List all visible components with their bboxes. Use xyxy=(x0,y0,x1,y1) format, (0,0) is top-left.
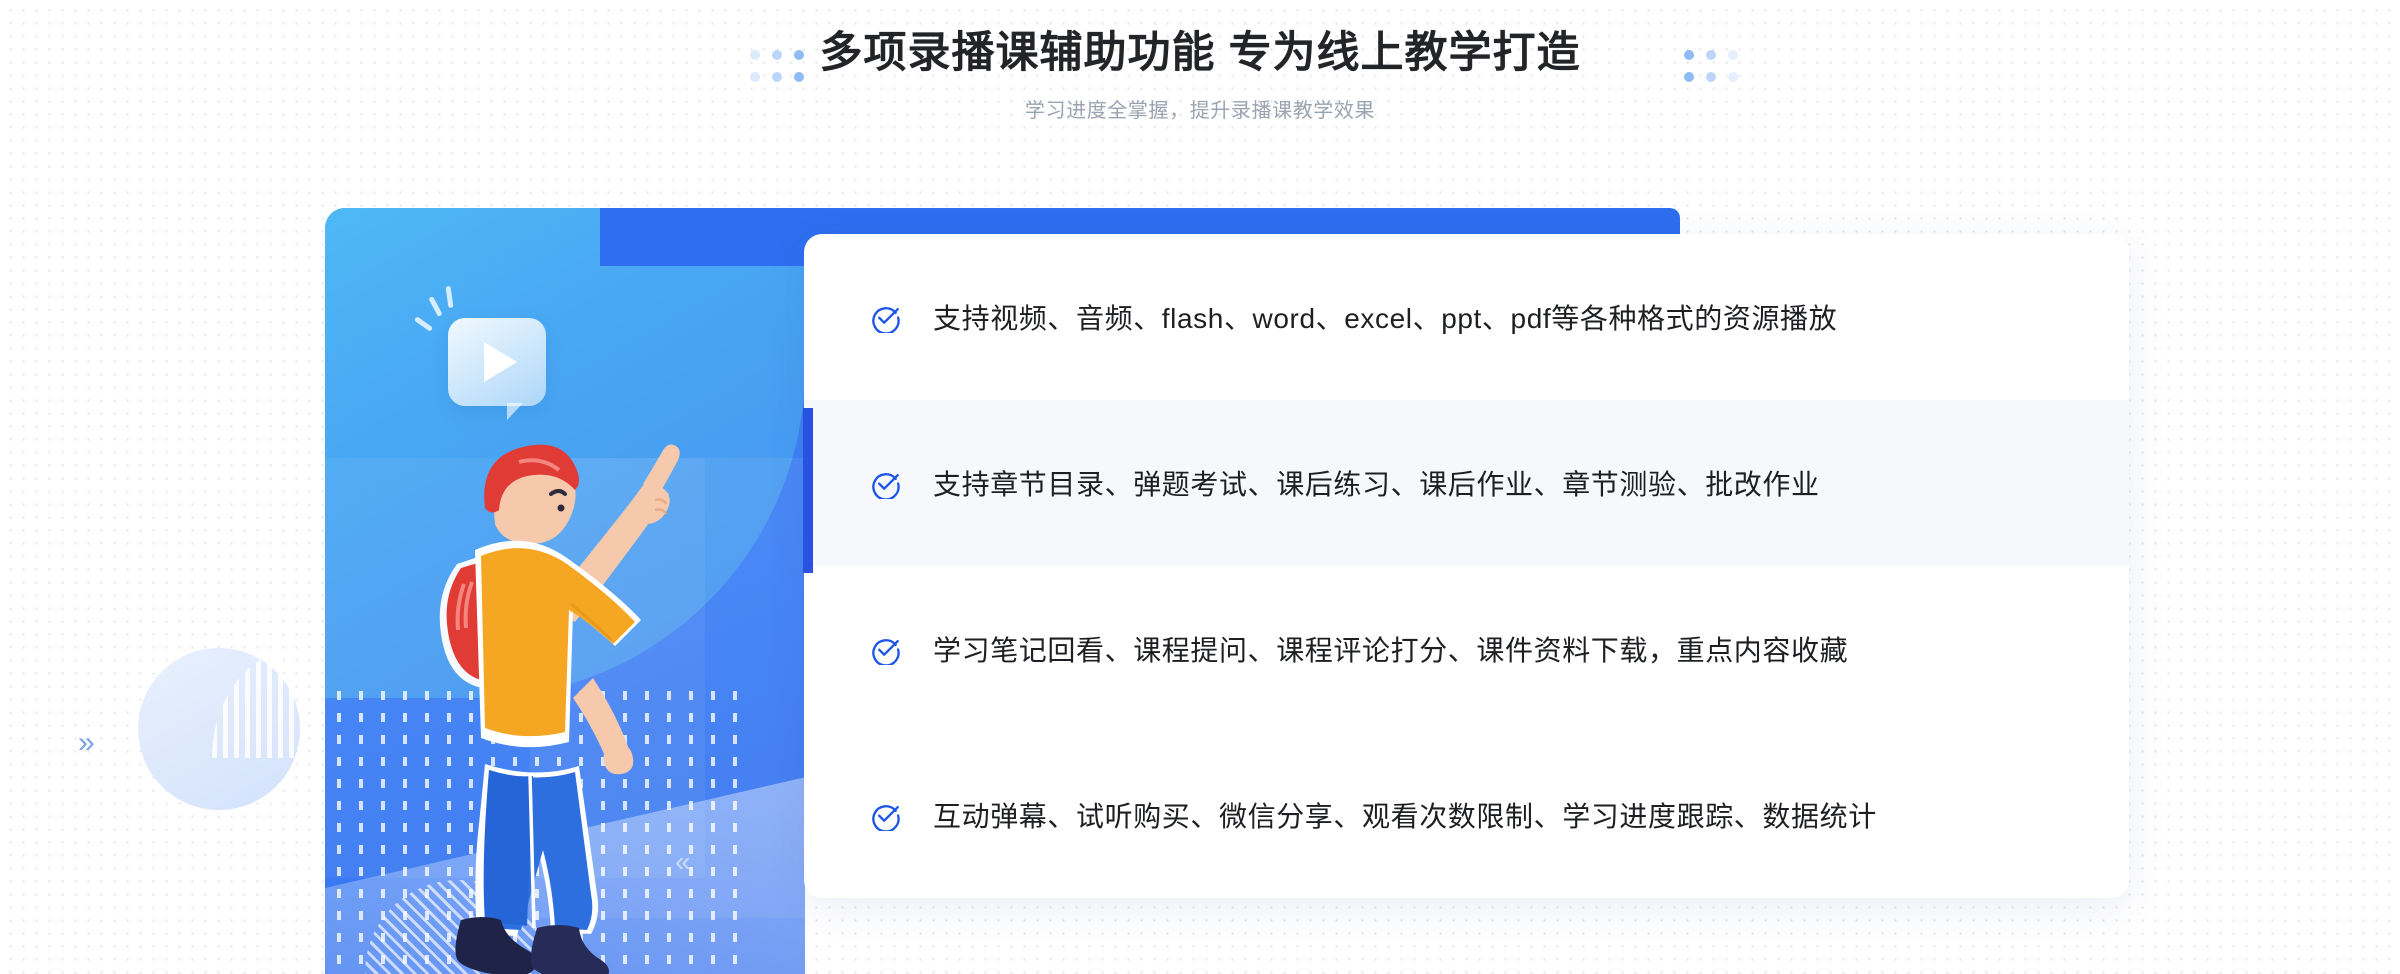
page-root: » 多项录播课辅助功能 专为线上教学打造 学习进度全掌握，提升录播课教学效果 « xyxy=(0,0,2400,974)
pointing-finger xyxy=(643,444,680,489)
eye xyxy=(557,504,565,512)
check-circle-icon xyxy=(872,472,900,499)
page-subtitle: 学习进度全掌握，提升录播课教学效果 xyxy=(1024,100,1376,123)
active-row-accent xyxy=(803,408,813,573)
online-course-illustration: « xyxy=(325,208,805,974)
check-circle-icon xyxy=(872,804,900,831)
check-circle-icon xyxy=(872,306,900,333)
feature-label: 互动弹幕、试听购买、微信分享、观看次数限制、学习进度跟踪、数据统计 xyxy=(933,801,1877,832)
shirt xyxy=(481,548,635,737)
hand xyxy=(630,485,670,525)
shoe-right xyxy=(530,925,609,974)
feature-row[interactable]: 支持视频、音频、flash、word、excel、ppt、pdf等各种格式的资源… xyxy=(804,234,2129,400)
pants-shade xyxy=(483,770,533,926)
chevron-right-icon: » xyxy=(78,726,95,759)
feature-row[interactable]: 支持章节目录、弹题考试、课后练习、课后作业、章节测验、批改作业 xyxy=(804,400,2129,566)
feature-row[interactable]: 学习笔记回看、课程提问、课程评论打分、课件资料下载，重点内容收藏 xyxy=(804,566,2129,732)
feature-label: 支持视频、音频、flash、word、excel、ppt、pdf等各种格式的资源… xyxy=(933,303,1838,334)
page-title: 多项录播课辅助功能 专为线上教学打造 xyxy=(819,29,1581,77)
gradient-circle-decoration xyxy=(138,648,300,810)
feature-card: 支持视频、音频、flash、word、excel、ppt、pdf等各种格式的资源… xyxy=(804,234,2129,898)
feature-row[interactable]: 互动弹幕、试听购买、微信分享、观看次数限制、学习进度跟踪、数据统计 xyxy=(804,732,2129,898)
page-header: 多项录播课辅助功能 专为线上教学打造 学习进度全掌握，提升录播课教学效果 xyxy=(0,0,2400,123)
woman-pointing-up xyxy=(439,444,680,974)
check-circle-icon xyxy=(872,638,900,665)
feature-label: 学习笔记回看、课程提问、课程评论打分、课件资料下载，重点内容收藏 xyxy=(933,635,1849,666)
feature-label: 支持章节目录、弹题考试、课后练习、课后作业、章节测验、批改作业 xyxy=(933,469,1820,500)
